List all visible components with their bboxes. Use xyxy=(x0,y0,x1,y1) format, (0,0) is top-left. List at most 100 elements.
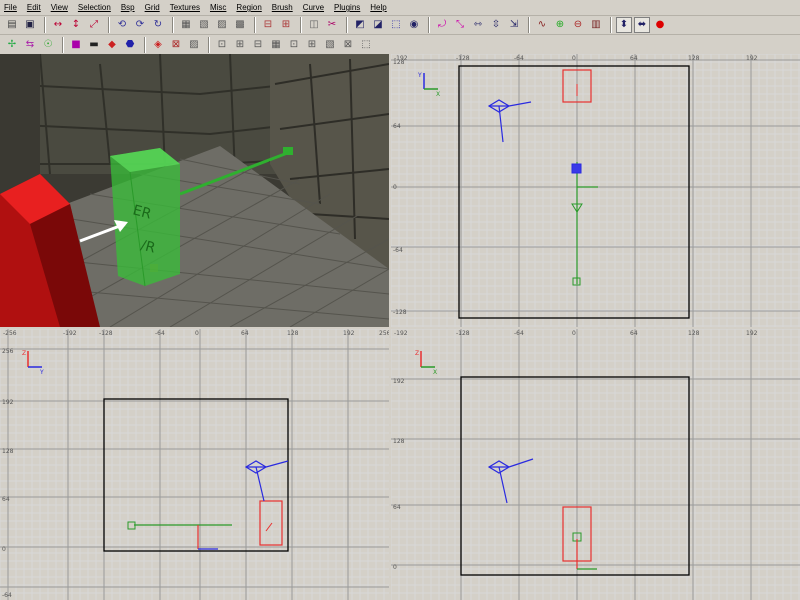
front-view[interactable]: -192 -128 -64 0 64 128 192 192 128 64 0 Z X xyxy=(391,329,800,600)
toolbar-separator xyxy=(62,36,64,53)
texture-scale-icon[interactable]: ▧ xyxy=(322,37,338,53)
camera-view[interactable]: ER /R xyxy=(0,54,389,327)
v-tick-label: 192 xyxy=(2,399,14,406)
invert-curve-icon[interactable]: ⊡ xyxy=(214,37,230,53)
h-tick-label: 192 xyxy=(343,330,355,337)
show-names-icon[interactable]: ☉ xyxy=(40,37,56,53)
rotate-z-icon[interactable]: ↻ xyxy=(150,17,166,33)
patch-matrix-icon[interactable]: ⬚ xyxy=(358,37,374,53)
v-tick-label: 256 xyxy=(2,348,14,355)
menu-textures[interactable]: Textures xyxy=(170,3,200,12)
toolbar-separator xyxy=(428,17,430,33)
cubic-icon[interactable]: ■ xyxy=(68,37,84,53)
side-view[interactable]: -256 -192 -128 -64 0 64 128 192 256 256 192 128 64 0 -… xyxy=(0,329,389,600)
cube-clip-icon[interactable]: ⬚ xyxy=(388,17,404,33)
axis-up-label: Y xyxy=(417,72,422,79)
rotate-y-icon[interactable]: ⟳ xyxy=(132,17,148,33)
clipper-icon[interactable]: ✂ xyxy=(324,17,340,33)
patch-delete-icon[interactable]: ⊖ xyxy=(570,17,586,33)
patch-inspector-icon[interactable]: ▨ xyxy=(186,37,202,53)
select-touching-icon[interactable]: ▧ xyxy=(196,17,212,33)
texture-view-icon[interactable]: ◪ xyxy=(370,17,386,33)
toolbar-separator xyxy=(44,17,46,33)
camera-icon[interactable]: ▬ xyxy=(86,37,102,53)
scale-y-icon[interactable]: ⇳ xyxy=(488,17,504,33)
flip-z-icon[interactable]: ⤢ xyxy=(86,17,102,33)
drag-edges-icon[interactable]: ⬍ xyxy=(616,17,632,33)
patch-bend-icon[interactable]: ∿ xyxy=(534,17,550,33)
select-complete-icon[interactable]: ▦ xyxy=(178,17,194,33)
patch-insert-icon[interactable]: ⊕ xyxy=(552,17,568,33)
drag-vertices-icon[interactable]: ⬌ xyxy=(634,17,650,33)
v-tick-label: 64 xyxy=(393,123,401,130)
fit-icon[interactable]: ◈ xyxy=(150,37,166,53)
menu-region[interactable]: Region xyxy=(236,3,261,12)
show-entities-icon[interactable]: ● xyxy=(652,17,668,33)
menu-bar: File Edit View Selection Bsp Grid Textur… xyxy=(0,0,800,16)
h-tick-label: 192 xyxy=(746,55,758,62)
drop-icon[interactable]: ⊟ xyxy=(250,37,266,53)
v-tick-label: 192 xyxy=(393,378,405,385)
csg-merge-icon[interactable]: ⊞ xyxy=(278,17,294,33)
cap-icon[interactable]: ▦ xyxy=(268,37,284,53)
v-tick-label: 0 xyxy=(393,564,397,571)
csg-subtract-icon[interactable]: ⊟ xyxy=(260,17,276,33)
h-tick-label: 64 xyxy=(630,55,638,62)
rotate-x-icon[interactable]: ⟲ xyxy=(114,17,130,33)
menu-brush[interactable]: Brush xyxy=(272,3,293,12)
axis-right-label: X xyxy=(433,369,437,376)
patch-icon[interactable]: ▥ xyxy=(588,17,604,33)
weld-icon[interactable]: ⊞ xyxy=(232,37,248,53)
v-tick-label: 64 xyxy=(2,496,10,503)
caulk-icon[interactable]: ✢ xyxy=(4,37,20,53)
camera-mode-icon[interactable]: ◉ xyxy=(406,17,422,33)
menu-plugins[interactable]: Plugins xyxy=(334,3,360,12)
texture-rotate-icon[interactable]: ⊞ xyxy=(304,37,320,53)
main-toolbar: ▤ ▣ ↔ ↕ ⤢ ⟲ ⟳ ↻ ▦ ▧ ▨ ▩ ⊟ ⊞ ◫ ✂ ◩ ◪ ⬚ ◉ ⤾ ⤡ ⇿ ⇳ ⇲ ∿ ⊕ ⊖ ▥ ⬍ ⬌ ● xyxy=(0,16,800,35)
open-file-icon[interactable]: ▤ xyxy=(4,17,20,33)
h-tick-label: -192 xyxy=(63,330,77,337)
h-tick-label: 0 xyxy=(572,55,576,62)
path-start-entity xyxy=(127,521,136,530)
menu-bsp[interactable]: Bsp xyxy=(121,3,135,12)
select-partial-icon[interactable]: ▨ xyxy=(214,17,230,33)
menu-misc[interactable]: Misc xyxy=(210,3,226,12)
h-tick-label: -128 xyxy=(456,55,470,62)
select-inside-icon[interactable]: ▩ xyxy=(232,17,248,33)
flip-x-icon[interactable]: ↔ xyxy=(50,17,66,33)
menu-selection[interactable]: Selection xyxy=(78,3,111,12)
scale-x-icon[interactable]: ⇿ xyxy=(470,17,486,33)
menu-edit[interactable]: Edit xyxy=(27,3,41,12)
redisperse-icon[interactable]: ⬣ xyxy=(122,37,138,53)
axis-right-label: Y xyxy=(39,369,44,376)
texture-lock-icon[interactable]: ⊡ xyxy=(286,37,302,53)
flip-y-icon[interactable]: ↕ xyxy=(68,17,84,33)
menu-help[interactable]: Help xyxy=(370,3,386,12)
menu-curve[interactable]: Curve xyxy=(303,3,324,12)
free-scale-icon[interactable]: ⤡ xyxy=(452,17,468,33)
menu-view[interactable]: View xyxy=(51,3,68,12)
v-tick-label: -128 xyxy=(393,309,407,316)
show-angles-icon[interactable]: ⇆ xyxy=(22,37,38,53)
scale-z-icon[interactable]: ⇲ xyxy=(506,17,522,33)
menu-file[interactable]: File xyxy=(4,3,17,12)
lighting-icon[interactable]: ◆ xyxy=(104,37,120,53)
toolbar-separator xyxy=(610,17,612,33)
h-tick-label: -192 xyxy=(394,330,408,337)
patch-cycle-icon[interactable]: ⊠ xyxy=(340,37,356,53)
h-tick-label: 64 xyxy=(241,330,249,337)
h-tick-label: -256 xyxy=(3,330,17,337)
axis-up-label: Z xyxy=(415,350,419,357)
change-view-icon[interactable]: ◩ xyxy=(352,17,368,33)
top-view-canvas: -192 -128 -64 0 64 128 192128640-64-128YX xyxy=(391,54,800,327)
toolbar-separator xyxy=(144,36,146,53)
patch-thicken-icon[interactable]: ⊠ xyxy=(168,37,184,53)
save-icon[interactable]: ▣ xyxy=(22,17,38,33)
free-rotation-icon[interactable]: ⤾ xyxy=(434,17,450,33)
axis-up-label: Z xyxy=(22,350,26,357)
h-tick-label: -128 xyxy=(456,330,470,337)
menu-grid[interactable]: Grid xyxy=(145,3,160,12)
top-view[interactable]: -192 -128 -64 0 64 128 192 128 64 0 -64 -128 Y X xyxy=(391,54,800,327)
path-start-entity xyxy=(571,163,582,174)
hollow-icon[interactable]: ◫ xyxy=(306,17,322,33)
